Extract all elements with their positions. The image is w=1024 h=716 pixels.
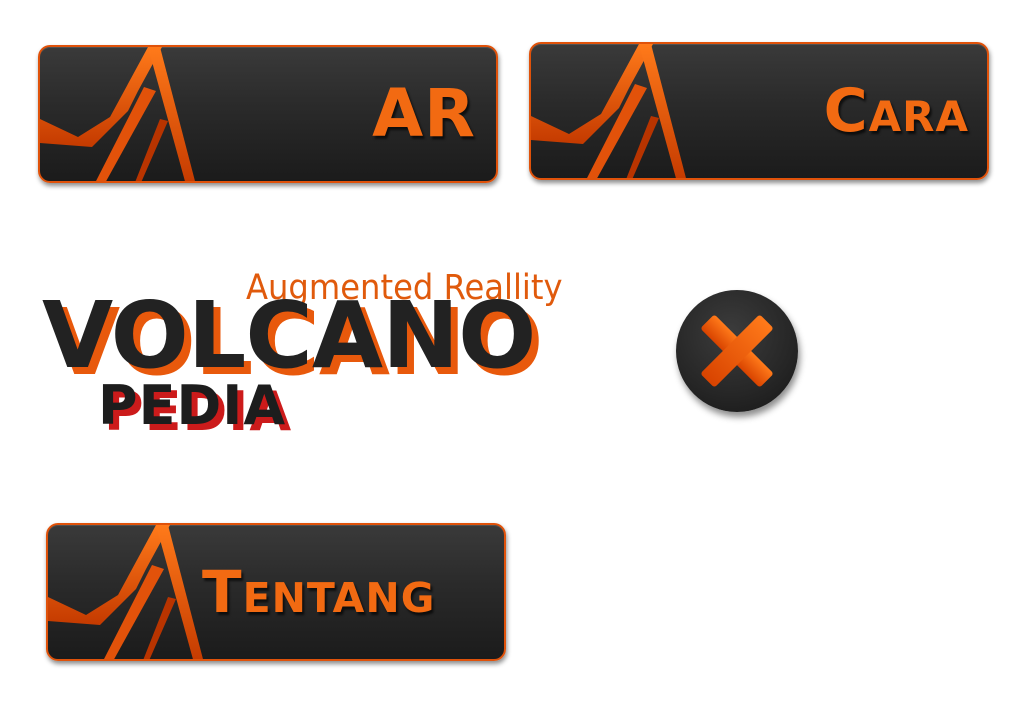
- app-logo: Augmented Reallity VOLCANO PEDIA: [38, 262, 598, 452]
- cara-button[interactable]: Cara: [529, 42, 989, 180]
- cara-button-label: Cara: [823, 76, 969, 146]
- volcano-icon: [531, 44, 686, 178]
- ar-button-label: AR: [372, 75, 476, 152]
- logo-title: VOLCANO: [42, 282, 536, 389]
- tentang-button-label: Tentang: [202, 558, 436, 626]
- volcano-icon: [40, 47, 195, 181]
- logo-title-sub: PEDIA: [98, 374, 287, 437]
- tentang-button[interactable]: Tentang: [46, 523, 506, 661]
- close-icon: [701, 315, 773, 387]
- close-button[interactable]: [676, 290, 798, 412]
- ar-button[interactable]: AR: [38, 45, 498, 183]
